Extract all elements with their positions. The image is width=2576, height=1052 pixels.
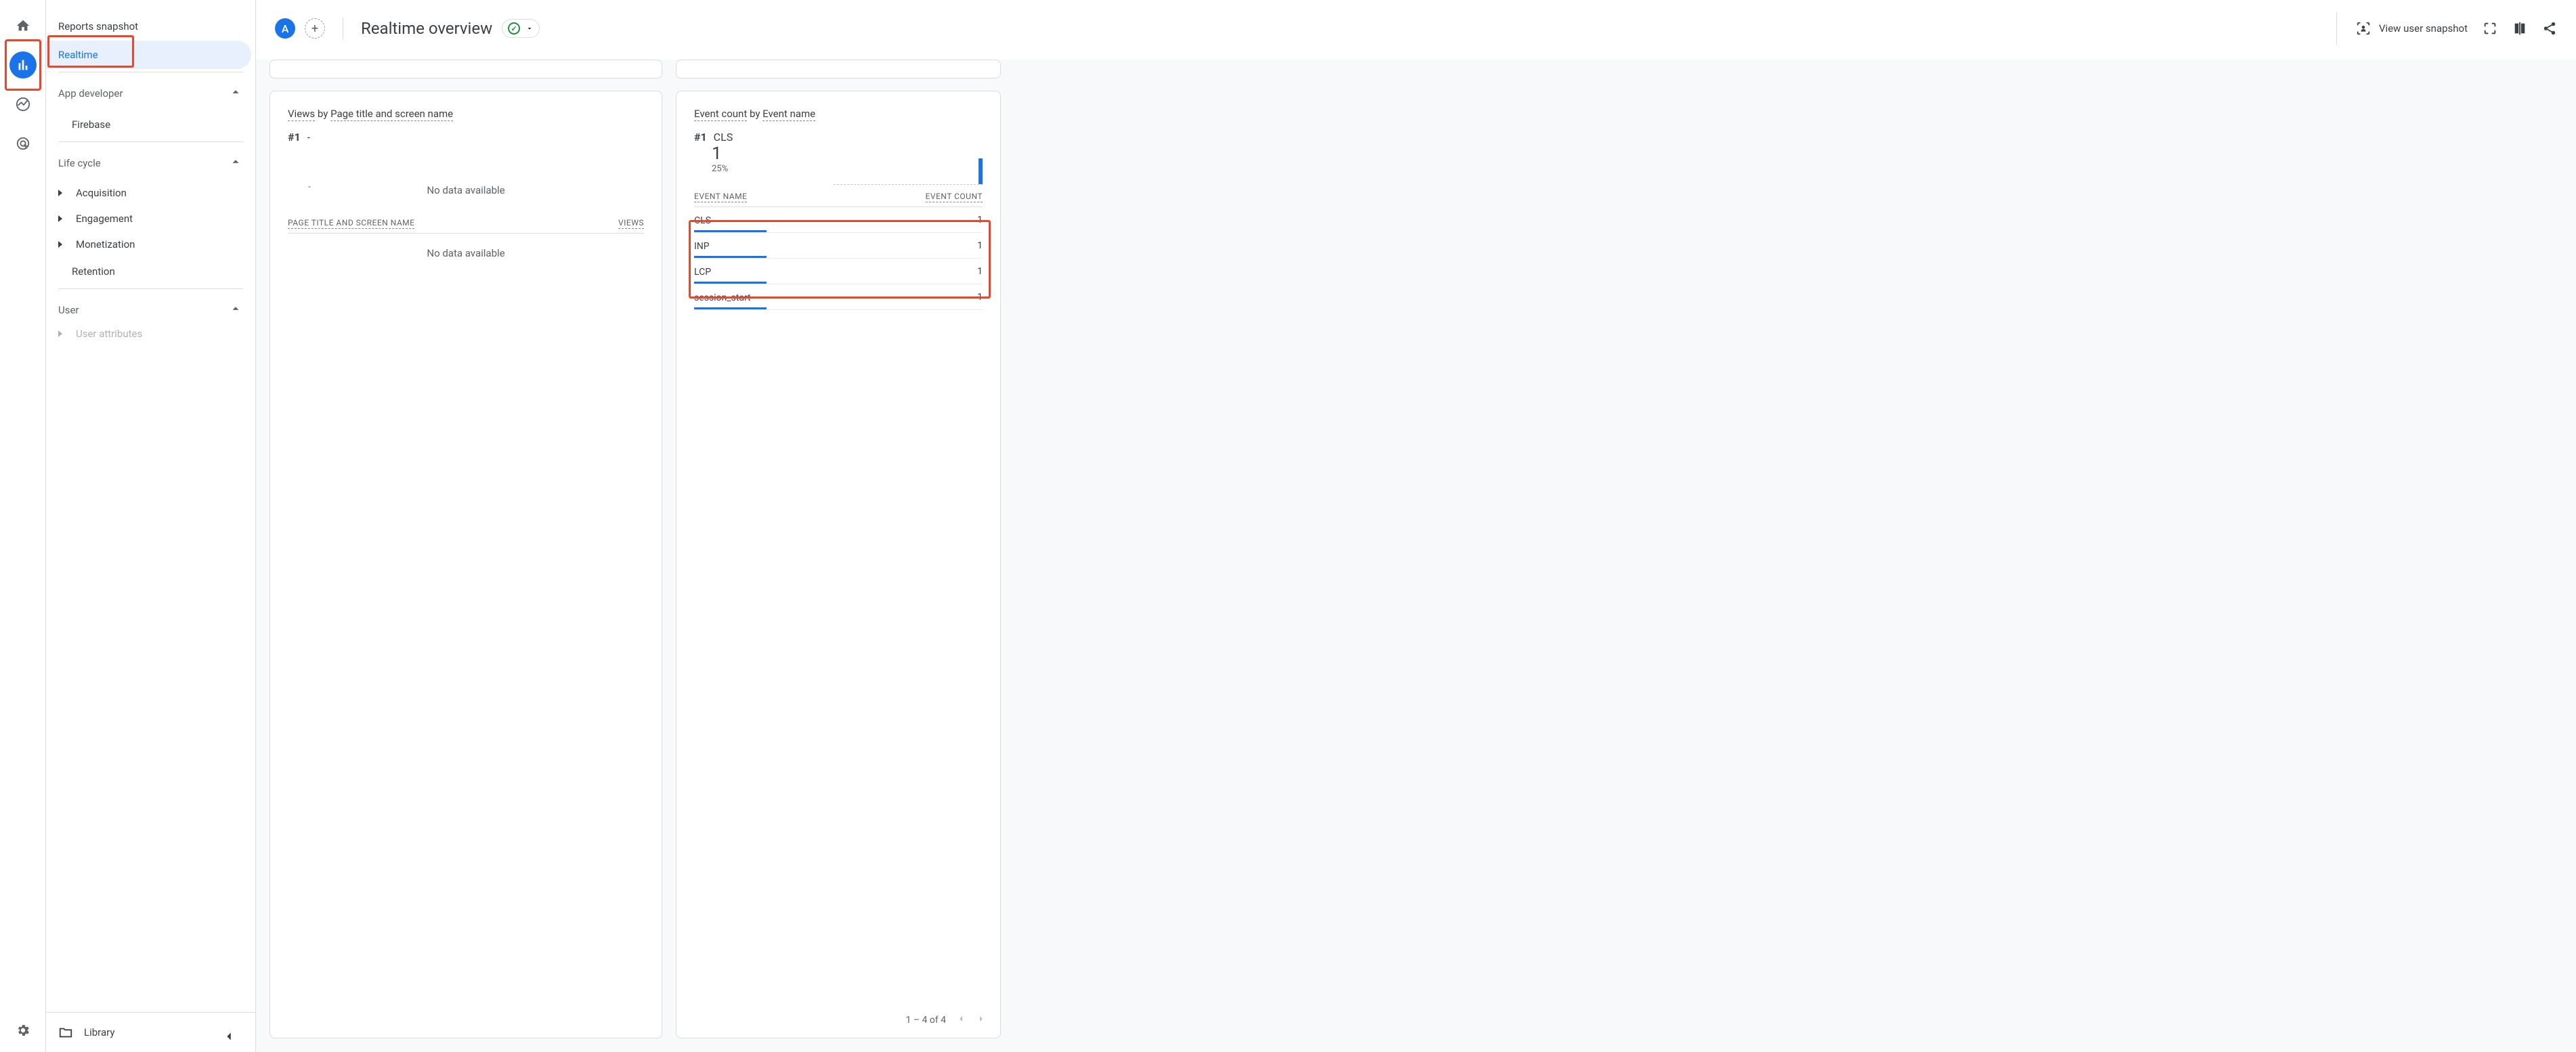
icon-rail (0, 0, 46, 1052)
event-row[interactable]: session_start 1 (694, 284, 983, 310)
compare-button[interactable] (2512, 21, 2527, 36)
views-nodata-top: No data available (288, 171, 644, 210)
compare-icon (2512, 21, 2527, 36)
event-row-name: CLS (694, 214, 711, 226)
target-click-icon (16, 136, 30, 151)
event-row[interactable]: CLS 1 (694, 207, 983, 233)
triangle-right-icon (58, 215, 62, 222)
event-row-bar (694, 256, 767, 258)
triangle-right-icon (58, 190, 62, 196)
events-table-head: EVENT NAME EVENT COUNT (694, 192, 983, 207)
rail-reports[interactable] (9, 51, 37, 79)
event-row[interactable]: INP 1 (694, 233, 983, 259)
views-rank: #1 - (288, 131, 644, 144)
event-row-count: 1 (977, 240, 983, 251)
check-circle-icon (508, 22, 520, 35)
main-area: A + Realtime overview View user snapshot (256, 0, 2576, 1052)
chevron-up-icon (228, 85, 243, 102)
event-row-bar (694, 282, 767, 284)
side-nav: Reports snapshot Realtime App developer … (46, 0, 256, 1052)
views-card-title[interactable]: Views by Page title and screen name (288, 108, 644, 120)
nav-firebase[interactable]: Firebase (46, 110, 251, 139)
view-user-snapshot-button[interactable]: View user snapshot (2356, 21, 2468, 36)
nav-group-app-developer[interactable]: App developer (46, 75, 255, 110)
events-pager: 1 – 4 of 4 (905, 1013, 987, 1027)
share-button[interactable] (2542, 21, 2557, 36)
add-comparison-button[interactable]: + (305, 18, 325, 39)
event-row-count: 1 (977, 292, 983, 303)
pager-prev[interactable] (956, 1013, 966, 1027)
nav-user-attributes[interactable]: User attributes (46, 327, 255, 341)
avatar[interactable]: A (275, 18, 295, 39)
nav-retention[interactable]: Retention (46, 257, 251, 286)
views-nodata-table: No data available (288, 234, 644, 273)
nav-group-label: App developer (58, 87, 123, 100)
folder-icon (58, 1025, 73, 1040)
gear-icon (16, 1023, 30, 1038)
rail-explore[interactable] (9, 91, 37, 118)
explore-icon (16, 97, 30, 112)
fullscreen-icon (2483, 21, 2497, 36)
triangle-right-icon (58, 241, 62, 248)
views-table-head: PAGE TITLE AND SCREEN NAME VIEWS (288, 218, 644, 234)
event-row-bar (694, 307, 767, 309)
nav-engagement[interactable]: Engagement (46, 206, 255, 232)
event-row-name: session_start (694, 291, 751, 303)
chevron-up-icon (228, 154, 243, 172)
events-card-title[interactable]: Event count by Event name (694, 108, 983, 120)
events-card: Event count by Event name #1 CLS 1 25% E… (676, 91, 1001, 1038)
event-row-name: LCP (694, 265, 711, 278)
nav-group-label: Life cycle (58, 157, 101, 169)
header: A + Realtime overview View user snapshot (256, 0, 2576, 60)
share-icon (2542, 21, 2557, 36)
events-rank: #1 CLS (694, 131, 983, 144)
event-row-count: 1 (977, 215, 983, 225)
events-rows: CLS 1 INP 1 LCP 1 session_start 1 (694, 207, 983, 310)
nav-group-life-cycle[interactable]: Life cycle (46, 145, 255, 180)
collapse-nav-button[interactable] (221, 1029, 236, 1047)
sparkline (834, 159, 983, 186)
rail-home[interactable] (9, 12, 37, 39)
nav-realtime[interactable]: Realtime (46, 41, 251, 69)
chevron-up-icon (228, 301, 243, 319)
page-title: Realtime overview (361, 19, 492, 38)
chevron-down-icon (525, 24, 534, 32)
bar-chart-icon (16, 58, 30, 72)
event-row-count: 1 (977, 266, 983, 277)
status-chip[interactable] (502, 19, 540, 38)
nav-group-label: User (58, 304, 79, 316)
nav-monetization[interactable]: Monetization (46, 232, 255, 257)
event-row-bar (694, 230, 767, 232)
triangle-right-icon (58, 330, 62, 337)
nav-group-user[interactable]: User (46, 292, 255, 327)
pager-next[interactable] (976, 1013, 987, 1027)
user-snapshot-icon (2356, 21, 2371, 36)
rail-settings[interactable] (9, 1017, 37, 1044)
event-row-name: INP (694, 240, 710, 252)
rail-advertising[interactable] (9, 130, 37, 157)
nav-acquisition[interactable]: Acquisition (46, 180, 255, 206)
card-stub-right (676, 60, 1001, 79)
views-dash: - (288, 174, 311, 192)
home-icon (16, 18, 30, 33)
chevron-left-icon (221, 1029, 236, 1044)
views-card: Views by Page title and screen name #1 -… (270, 91, 662, 1038)
card-stub-left (270, 60, 662, 79)
nav-library[interactable]: Library (58, 1025, 243, 1040)
fullscreen-button[interactable] (2483, 21, 2497, 36)
event-row[interactable]: LCP 1 (694, 259, 983, 284)
nav-reports-snapshot[interactable]: Reports snapshot (46, 12, 251, 41)
